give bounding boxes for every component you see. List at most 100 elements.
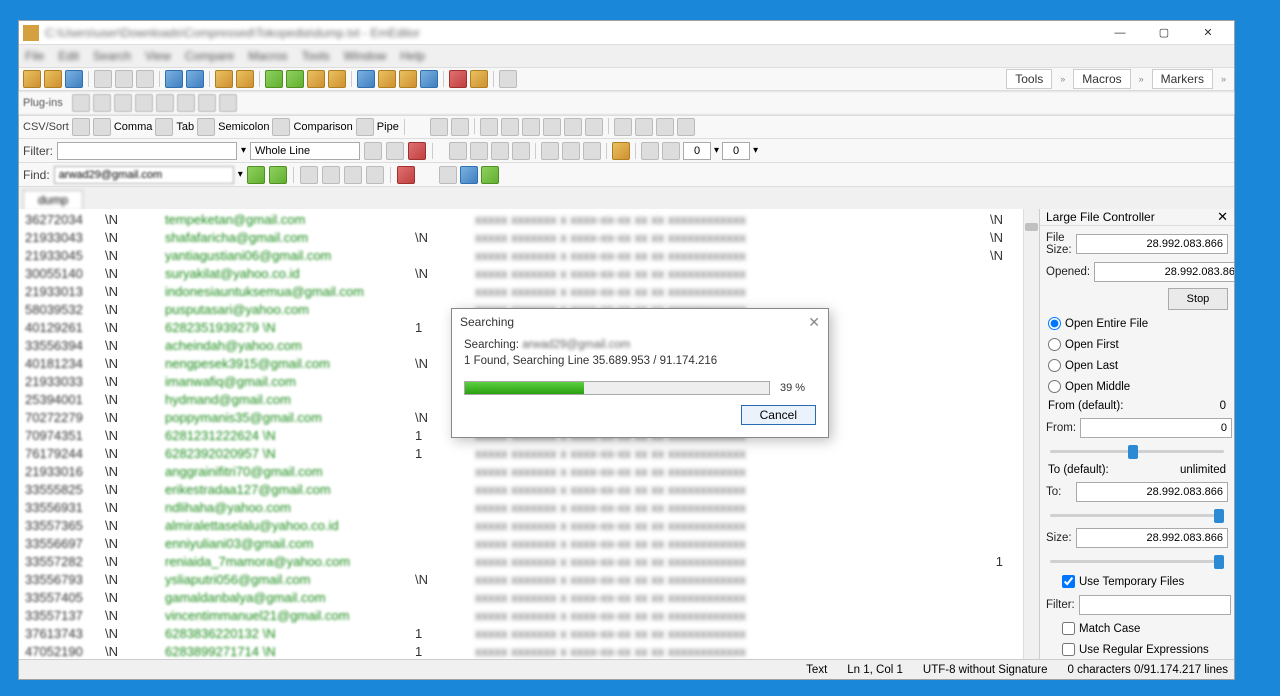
text-line[interactable]: 47052190\N6283899271714 \N1xxxxx xxxxxxx… (25, 643, 1017, 659)
open-icon[interactable] (44, 70, 62, 88)
opt-icon[interactable] (583, 142, 601, 160)
tb-icon-j[interactable] (499, 70, 517, 88)
text-line[interactable]: 21933013\Nindonesiauntuksemua@gmail.comx… (25, 283, 1017, 301)
find-opt-icon[interactable] (300, 166, 318, 184)
find-prev-icon[interactable] (269, 166, 287, 184)
panel-filter-input[interactable] (1079, 595, 1231, 615)
open-middle-radio[interactable]: Open Middle (1046, 379, 1228, 394)
opt-icon[interactable] (491, 142, 509, 160)
vertical-scrollbar[interactable] (1023, 209, 1039, 659)
csv-icon[interactable] (272, 118, 290, 136)
csv-icon[interactable] (72, 118, 90, 136)
lock-icon[interactable] (612, 142, 630, 160)
grid-icon[interactable] (656, 118, 674, 136)
plugin-icon[interactable] (93, 94, 111, 112)
opt-icon[interactable] (541, 142, 559, 160)
text-line[interactable]: 21933016\Nanggrainifitri70@gmail.comxxxx… (25, 463, 1017, 481)
opt-icon[interactable] (562, 142, 580, 160)
replace-icon[interactable] (236, 70, 254, 88)
sort-za-icon[interactable] (501, 118, 519, 136)
filter-scope[interactable] (250, 142, 360, 160)
filter-icon[interactable] (386, 142, 404, 160)
text-line[interactable]: 33557282\Nreniaida_7mamora@yahoo.comxxxx… (25, 553, 1017, 571)
text-line[interactable]: 76179244\N6282392020957 \N1xxxxx xxxxxxx… (25, 445, 1017, 463)
find-opt-icon[interactable] (322, 166, 340, 184)
text-line[interactable]: 30055140\Nsuryakilat@yahoo.co.id\Nxxxxx … (25, 265, 1017, 283)
csv-icon[interactable] (155, 118, 173, 136)
find-close-icon[interactable] (397, 166, 415, 184)
size-slider[interactable] (1050, 554, 1224, 568)
text-line[interactable]: 33557365\Nalmiralettaselalu@yahoo.co.idx… (25, 517, 1017, 535)
minimize-button[interactable]: — (1098, 22, 1142, 44)
record-icon[interactable] (449, 70, 467, 88)
tb-icon-f[interactable] (378, 70, 396, 88)
filter-input[interactable] (57, 142, 237, 160)
opt-icon[interactable] (662, 142, 680, 160)
find-next-icon[interactable] (247, 166, 265, 184)
new-icon[interactable] (23, 70, 41, 88)
tab-tools[interactable]: Tools (1006, 69, 1052, 89)
plugin-icon[interactable] (72, 94, 90, 112)
size-input[interactable] (1076, 528, 1228, 548)
maximize-button[interactable]: ▢ (1142, 22, 1186, 44)
tab-macros[interactable]: Macros (1073, 69, 1130, 89)
sort-icon[interactable] (543, 118, 561, 136)
from-input[interactable] (1080, 418, 1232, 438)
opt-icon[interactable] (470, 142, 488, 160)
menubar[interactable]: FileEditSearch ViewCompareMacros ToolsWi… (19, 45, 1234, 67)
cancel-button[interactable]: Cancel (741, 405, 816, 425)
dialog-close-icon[interactable]: ✕ (808, 314, 820, 331)
find-input[interactable] (54, 166, 234, 184)
copy-icon[interactable] (115, 70, 133, 88)
plugin-icon[interactable] (219, 94, 237, 112)
plugin-icon[interactable] (177, 94, 195, 112)
text-line[interactable]: 36272034\Ntempeketan@gmail.comxxxxx xxxx… (25, 211, 1017, 229)
paste-icon[interactable] (136, 70, 154, 88)
redo-icon[interactable] (186, 70, 204, 88)
to-input[interactable] (1076, 482, 1228, 502)
find-opt-icon[interactable] (344, 166, 362, 184)
plugin-icon[interactable] (156, 94, 174, 112)
filter-icon[interactable] (364, 142, 382, 160)
close-button[interactable]: ✕ (1186, 22, 1230, 44)
use-regex-check[interactable]: Use Regular Expressions (1046, 642, 1228, 657)
csv-icon[interactable] (197, 118, 215, 136)
plugin-icon[interactable] (114, 94, 132, 112)
tab-markers[interactable]: Markers (1152, 69, 1213, 89)
sort-icon[interactable] (451, 118, 469, 136)
opt-icon[interactable] (512, 142, 530, 160)
num-input-a[interactable] (683, 142, 711, 160)
save-icon[interactable] (65, 70, 83, 88)
opt-icon[interactable] (449, 142, 467, 160)
tb-icon-c[interactable] (307, 70, 325, 88)
stop-button[interactable]: Stop (1168, 288, 1228, 310)
sort-num-icon[interactable] (522, 118, 540, 136)
use-temp-check[interactable]: Use Temporary Files (1046, 574, 1228, 589)
tb-icon-d[interactable] (328, 70, 346, 88)
text-line[interactable]: 33556793\Nysliaputri056@gmail.com\Nxxxxx… (25, 571, 1017, 589)
sort-az-icon[interactable] (480, 118, 498, 136)
num-input-b[interactable] (722, 142, 750, 160)
panel-close-icon[interactable]: ✕ (1217, 209, 1228, 225)
sort-icon[interactable] (430, 118, 448, 136)
grid-icon[interactable] (635, 118, 653, 136)
tb-icon-h[interactable] (420, 70, 438, 88)
text-line[interactable]: 33557137\Nvincentimmanuel21@gmail.comxxx… (25, 607, 1017, 625)
filter-clear-icon[interactable] (408, 142, 426, 160)
text-line[interactable]: 33555825\Nerikestradaa127@gmail.comxxxxx… (25, 481, 1017, 499)
open-entire-radio[interactable]: Open Entire File (1046, 316, 1228, 331)
text-line[interactable]: 33556931\Nndlihaha@yahoo.comxxxxx xxxxxx… (25, 499, 1017, 517)
undo-icon[interactable] (165, 70, 183, 88)
sort-icon[interactable] (564, 118, 582, 136)
tb-icon-i[interactable] (470, 70, 488, 88)
from-slider[interactable] (1050, 444, 1224, 458)
grid-icon[interactable] (677, 118, 695, 136)
extra-icon[interactable] (439, 166, 457, 184)
extra-icon[interactable] (460, 166, 478, 184)
tb-icon-g[interactable] (399, 70, 417, 88)
opt-icon[interactable] (641, 142, 659, 160)
plugin-icon[interactable] (198, 94, 216, 112)
extra-icon[interactable] (481, 166, 499, 184)
plugin-icon[interactable] (135, 94, 153, 112)
grid-icon[interactable] (614, 118, 632, 136)
